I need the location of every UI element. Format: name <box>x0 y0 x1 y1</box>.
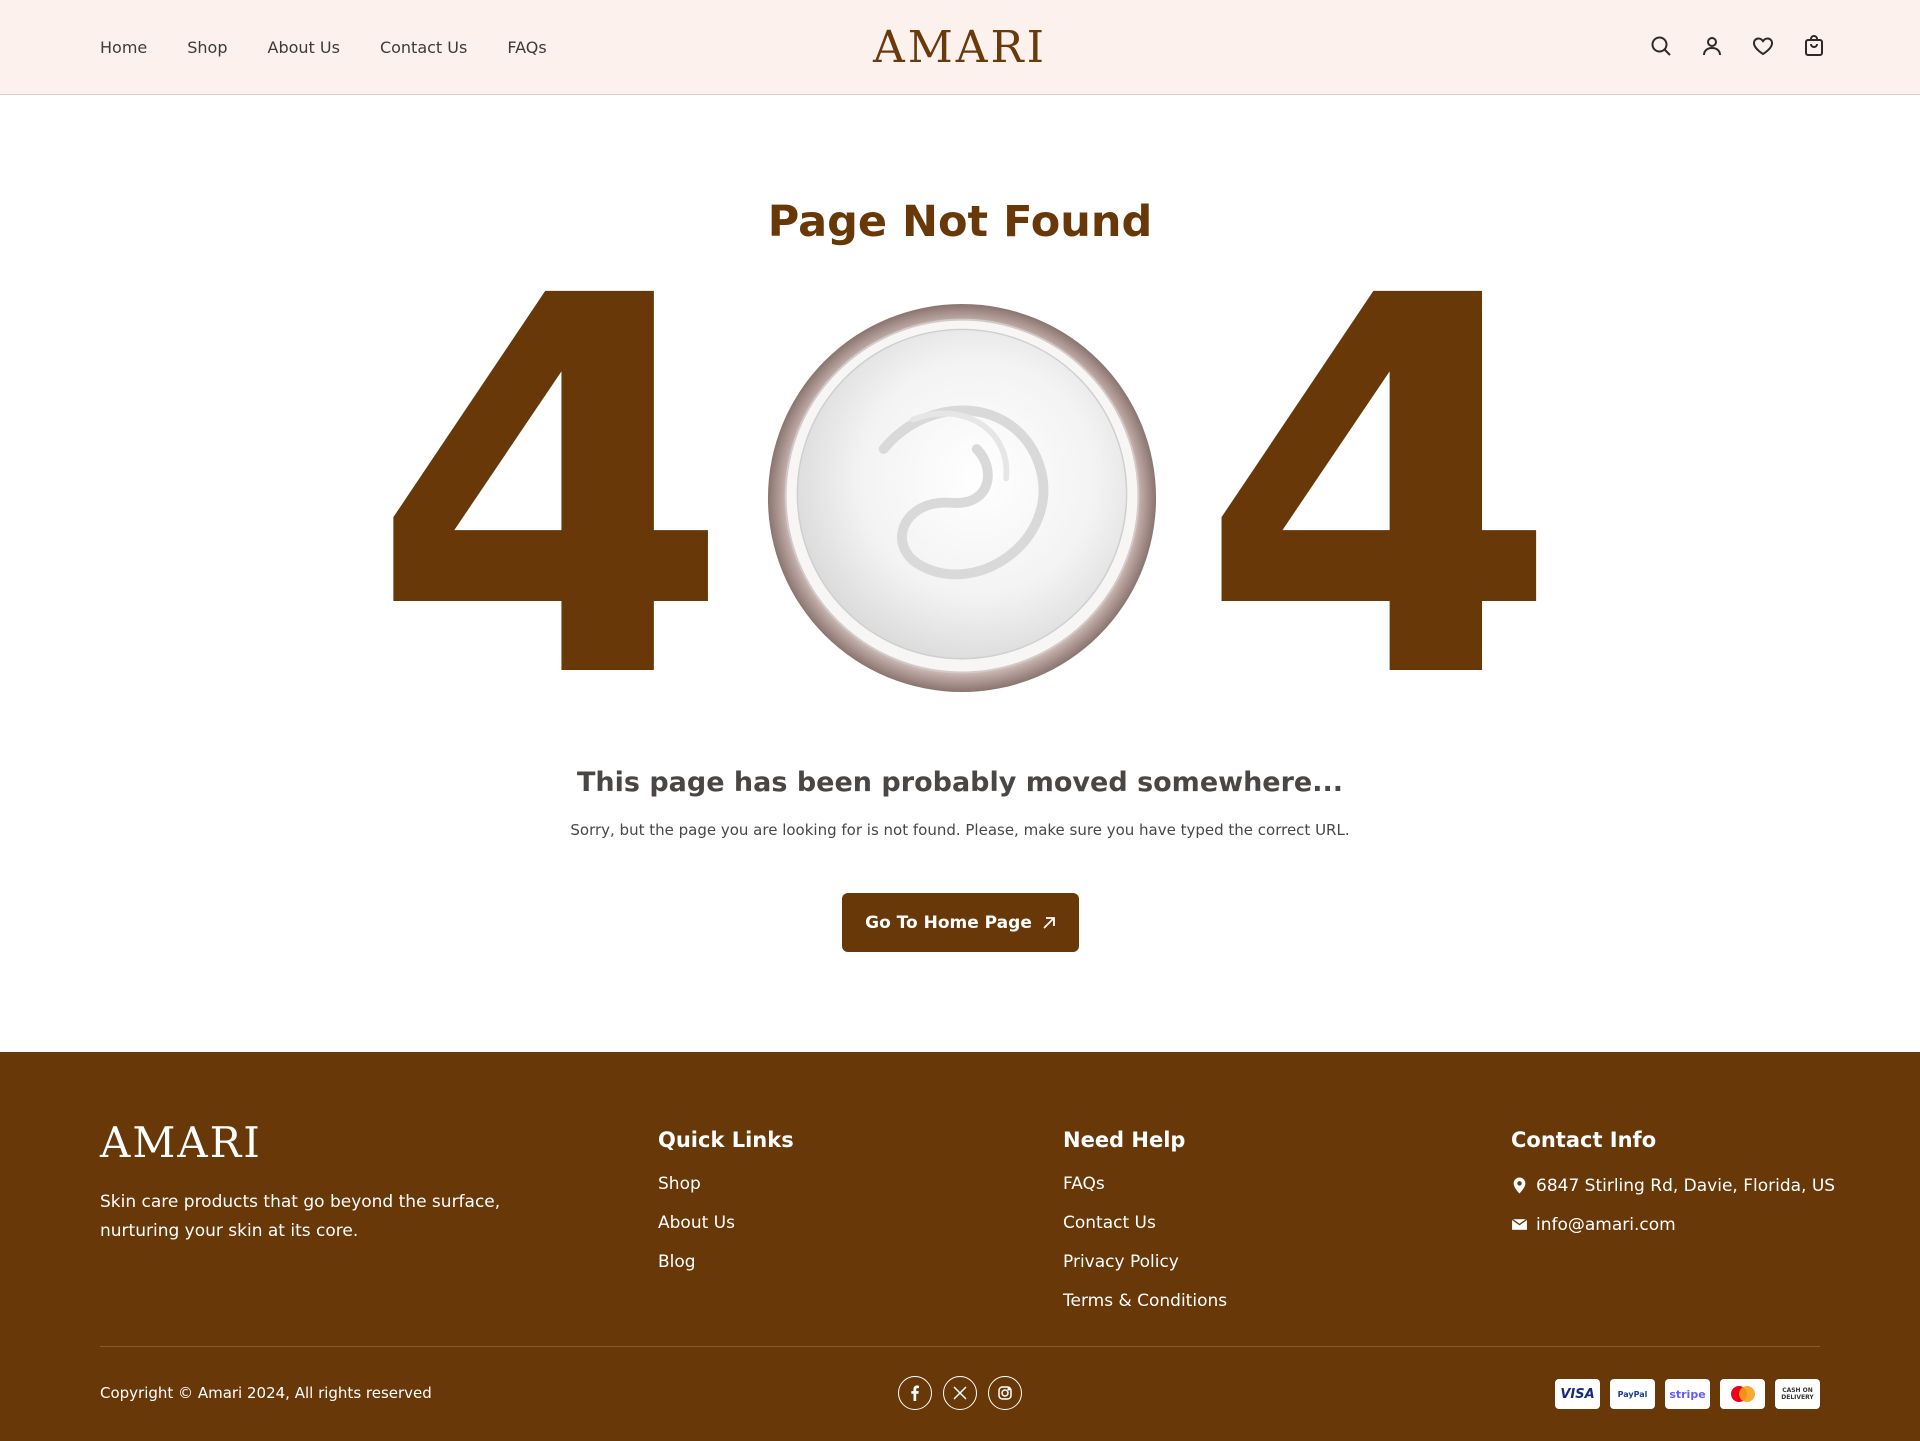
error-digit-left: 4 <box>370 187 732 793</box>
page-title: Page Not Found <box>767 197 1153 247</box>
mail-icon <box>1511 1218 1528 1230</box>
user-icon[interactable] <box>1700 34 1724 58</box>
header-actions <box>1649 34 1826 58</box>
location-pin-icon <box>1513 1177 1526 1194</box>
contact-email-text: info@amari.com <box>1536 1214 1676 1235</box>
need-help-heading: Need Help <box>1063 1128 1186 1152</box>
x-icon[interactable] <box>943 1376 977 1410</box>
contact-address[interactable]: 6847 Stirling Rd, Davie, Florida, US <box>1511 1174 1835 1197</box>
mastercard-icon <box>1720 1379 1765 1409</box>
site-footer: AMARI Skin care products that go beyond … <box>0 1052 1920 1441</box>
social-links <box>898 1376 1022 1410</box>
error-digit-right: 4 <box>1198 187 1560 793</box>
quick-links-heading: Quick Links <box>658 1128 794 1152</box>
go-home-button[interactable]: Go To Home Page <box>842 893 1079 952</box>
footer-link-contact-us[interactable]: Contact Us <box>1063 1213 1227 1236</box>
footer-link-privacy-policy[interactable]: Privacy Policy <box>1063 1252 1227 1275</box>
facebook-icon[interactable] <box>898 1376 932 1410</box>
footer-divider <box>100 1346 1820 1347</box>
footer-link-terms[interactable]: Terms & Conditions <box>1063 1291 1227 1314</box>
site-logo[interactable]: AMARI <box>0 22 1920 73</box>
footer-need-help: Need Help FAQs Contact Us Privacy Policy… <box>1063 1128 1227 1330</box>
site-header: Home Shop About Us Contact Us FAQs AMARI <box>0 0 1920 95</box>
visa-icon: VISA <box>1555 1379 1600 1409</box>
footer-link-about-us[interactable]: About Us <box>658 1213 794 1236</box>
contact-email[interactable]: info@amari.com <box>1511 1213 1835 1236</box>
error-code-graphic: 4 4 <box>370 230 1560 750</box>
footer-link-faqs[interactable]: FAQs <box>1063 1174 1227 1197</box>
payment-methods: VISA PayPal stripe CASH ON DELIVERY <box>1555 1379 1820 1409</box>
stripe-icon: stripe <box>1665 1379 1710 1409</box>
search-icon[interactable] <box>1649 34 1673 58</box>
heart-icon[interactable] <box>1751 34 1775 58</box>
footer-link-blog[interactable]: Blog <box>658 1252 794 1275</box>
go-home-label: Go To Home Page <box>865 912 1032 933</box>
error-subtitle: This page has been probably moved somewh… <box>576 767 1344 798</box>
contact-info-heading: Contact Info <box>1511 1128 1657 1152</box>
footer-contact-info: Contact Info 6847 Stirling Rd, Davie, Fl… <box>1511 1128 1835 1252</box>
paypal-icon: PayPal <box>1610 1379 1655 1409</box>
copyright-text: Copyright © Amari 2024, All rights reser… <box>100 1384 432 1402</box>
footer-link-shop[interactable]: Shop <box>658 1174 794 1197</box>
error-description: Sorry, but the page you are looking for … <box>570 821 1350 839</box>
shopping-bag-icon[interactable] <box>1802 34 1826 58</box>
arrow-up-right-icon <box>1043 916 1055 929</box>
footer-tagline: Skin care products that go beyond the su… <box>100 1192 501 1241</box>
footer-quick-links: Quick Links Shop About Us Blog <box>658 1128 794 1291</box>
contact-address-text: 6847 Stirling Rd, Davie, Florida, US <box>1536 1175 1836 1196</box>
cream-jar-image <box>766 302 1158 694</box>
footer-logo[interactable]: AMARI <box>100 1118 262 1167</box>
instagram-icon[interactable] <box>988 1376 1022 1410</box>
cash-on-delivery-icon: CASH ON DELIVERY <box>1775 1379 1820 1409</box>
